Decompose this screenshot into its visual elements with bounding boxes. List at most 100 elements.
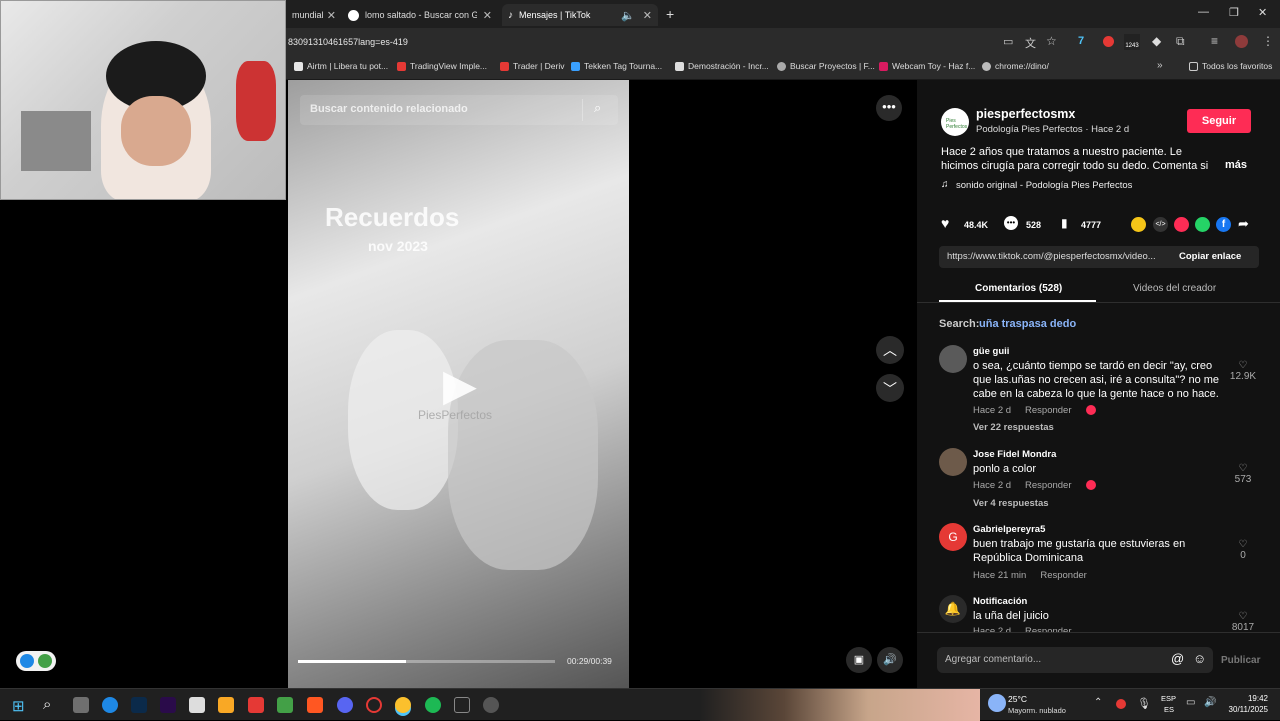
tab-lomo-saltado[interactable]: lomo saltado - Buscar con Goo ✕ xyxy=(342,4,498,26)
view-replies[interactable]: Ver 4 respuestas xyxy=(973,498,1049,509)
facebook-icon[interactable]: f xyxy=(1216,217,1231,232)
related-search-box[interactable]: Buscar contenido relacionado ⌕ xyxy=(300,95,618,125)
related-search-input[interactable]: Buscar contenido relacionado xyxy=(310,103,468,115)
chrome-icon[interactable] xyxy=(395,697,411,713)
copy-link-button[interactable]: Copiar enlace xyxy=(1179,251,1241,262)
reply-button[interactable]: Responder xyxy=(1025,480,1071,491)
maximize-icon[interactable]: ❐ xyxy=(1229,6,1239,19)
video-player[interactable]: Buscar contenido relacionado ⌕ Recuerdos… xyxy=(288,80,629,688)
comment-author[interactable]: Gabrielpereyra5 xyxy=(973,524,1045,535)
epic-games-icon[interactable] xyxy=(454,697,470,713)
folder-icon[interactable] xyxy=(218,697,234,713)
store-icon[interactable] xyxy=(189,697,205,713)
comment-avatar[interactable]: G xyxy=(939,523,967,551)
emoji-icon[interactable]: ☺ xyxy=(1193,651,1206,666)
comment-author[interactable]: Jose Fidel Mondra xyxy=(973,449,1056,460)
bookmark-demostracion[interactable]: Demostración - Incr... xyxy=(675,61,769,71)
bookmark-deriv[interactable]: Trader | Deriv xyxy=(500,61,565,71)
heart-icon[interactable]: ♥ xyxy=(941,215,949,231)
menu-kebab-icon[interactable]: ⋮ xyxy=(1262,34,1274,48)
reply-button[interactable]: Responder xyxy=(1025,405,1071,416)
cast-icon[interactable]: ▭ xyxy=(1003,35,1013,48)
minecraft-icon[interactable] xyxy=(277,697,293,713)
search-icon[interactable]: ⌕ xyxy=(594,100,601,116)
new-tab-button[interactable]: + xyxy=(666,6,674,22)
bookmark-dino[interactable]: chrome://dino/ xyxy=(982,61,1049,71)
bookmark-star-icon[interactable]: ☆ xyxy=(1046,34,1057,48)
chevron-down-icon[interactable]: ﹀ xyxy=(876,374,904,402)
translate-icon[interactable]: 文 xyxy=(1025,35,1036,51)
comment-avatar[interactable] xyxy=(939,345,967,373)
bookmark-icon[interactable]: ▮ xyxy=(1061,216,1068,230)
comment-like[interactable]: ♡ 573 xyxy=(1228,463,1258,485)
comment-like[interactable]: ♡ 0 xyxy=(1228,539,1258,561)
extension-badge[interactable]: 1243 xyxy=(1124,34,1140,50)
comment-input[interactable]: Agregar comentario... xyxy=(945,654,1041,665)
premiere-icon[interactable] xyxy=(160,697,176,713)
comment-icon[interactable]: ••• xyxy=(1004,216,1018,230)
network-icon[interactable]: ▭ xyxy=(1186,697,1195,708)
reading-list-icon[interactable]: ≡ xyxy=(1211,34,1218,48)
url-field[interactable]: 83091310461657lang=es-419 xyxy=(288,37,408,47)
comment-like[interactable]: ♡ 12.9K xyxy=(1228,360,1258,382)
creator-avatar[interactable]: Pies Perfectos xyxy=(941,108,969,136)
creator-username[interactable]: piesperfectosmx xyxy=(976,107,1075,121)
obs-icon[interactable] xyxy=(483,697,499,713)
tab-creator-videos[interactable]: Videos del creador xyxy=(1133,283,1216,294)
search-icon[interactable]: ⌕ xyxy=(43,696,51,713)
spotify-icon[interactable] xyxy=(425,697,441,713)
app-icon[interactable] xyxy=(248,697,264,713)
brave-icon[interactable] xyxy=(307,697,323,713)
comment-author[interactable]: Notificación xyxy=(973,596,1027,607)
weather-icon[interactable] xyxy=(988,694,1006,712)
chevron-right-icon[interactable]: » xyxy=(1157,60,1163,71)
video-url[interactable]: https://www.tiktok.com/@piesperfectosmx/… xyxy=(947,251,1169,262)
extension-icon[interactable]: ◆ xyxy=(1152,34,1161,48)
more-link[interactable]: más xyxy=(1225,159,1247,171)
close-icon[interactable]: ✕ xyxy=(483,9,492,22)
tab-mundial[interactable]: mundial ✕ xyxy=(286,4,342,26)
send-icon[interactable] xyxy=(1174,217,1189,232)
coin-icon[interactable] xyxy=(1131,217,1146,232)
extension-icon[interactable]: 7 xyxy=(1078,35,1084,47)
progress-track[interactable] xyxy=(298,660,555,663)
embed-icon[interactable]: </> xyxy=(1153,217,1168,232)
puzzle-icon[interactable]: ⧉ xyxy=(1176,34,1185,49)
minimize-icon[interactable]: — xyxy=(1198,6,1209,18)
post-button[interactable]: Publicar xyxy=(1221,655,1260,666)
volume-icon[interactable]: 🔊 xyxy=(877,647,903,673)
comment-avatar[interactable] xyxy=(939,448,967,476)
language-code[interactable]: ESP xyxy=(1161,694,1176,703)
share-arrow-icon[interactable]: ➦ xyxy=(1238,216,1249,232)
search-hint-query[interactable]: uña traspasa dedo xyxy=(979,318,1076,330)
follow-button[interactable]: Seguir xyxy=(1187,109,1251,133)
close-window-icon[interactable]: ✕ xyxy=(1258,6,1267,19)
reply-button[interactable]: Responder xyxy=(1040,570,1086,581)
discord-icon[interactable] xyxy=(337,697,353,713)
bookmark-tradingview[interactable]: TradingView Imple... xyxy=(397,61,487,71)
windows-start-icon[interactable]: ⊞ xyxy=(12,697,25,715)
photoshop-icon[interactable] xyxy=(131,697,147,713)
task-view-icon[interactable] xyxy=(73,697,89,713)
tab-comments[interactable]: Comentarios (528) xyxy=(975,283,1062,294)
mention-icon[interactable]: @ xyxy=(1171,651,1184,666)
extension-icon[interactable] xyxy=(1103,36,1114,47)
close-icon[interactable]: ✕ xyxy=(327,9,336,22)
miniplayer-icon[interactable]: ▣ xyxy=(846,647,872,673)
all-bookmarks[interactable]: Todos los favoritos xyxy=(1189,61,1272,71)
more-options-icon[interactable]: ••• xyxy=(876,95,902,121)
microphone-icon[interactable]: 🎙 xyxy=(1137,697,1151,710)
bookmark-webcam-toy[interactable]: Webcam Toy - Haz f... xyxy=(879,61,975,71)
tray-chevron-icon[interactable]: ⌃ xyxy=(1094,697,1102,708)
clock-time[interactable]: 19:42 xyxy=(1222,694,1268,703)
floating-widget[interactable] xyxy=(16,651,56,671)
edge-icon[interactable] xyxy=(102,697,118,713)
mute-icon[interactable]: 🔈 xyxy=(621,9,635,22)
play-icon[interactable]: ▶ xyxy=(443,360,477,411)
bookmark-buscar-proyectos[interactable]: Buscar Proyectos | F... xyxy=(777,61,875,71)
comment-avatar[interactable]: 🔔 xyxy=(939,595,967,623)
view-replies[interactable]: Ver 22 respuestas xyxy=(973,422,1054,433)
bookmark-tekken[interactable]: Tekken Tag Tourna... xyxy=(571,61,662,71)
bookmark-airtm[interactable]: Airtm | Libera tu pot... xyxy=(294,61,388,71)
sound-label[interactable]: sonido original - Podología Pies Perfect… xyxy=(956,180,1132,191)
